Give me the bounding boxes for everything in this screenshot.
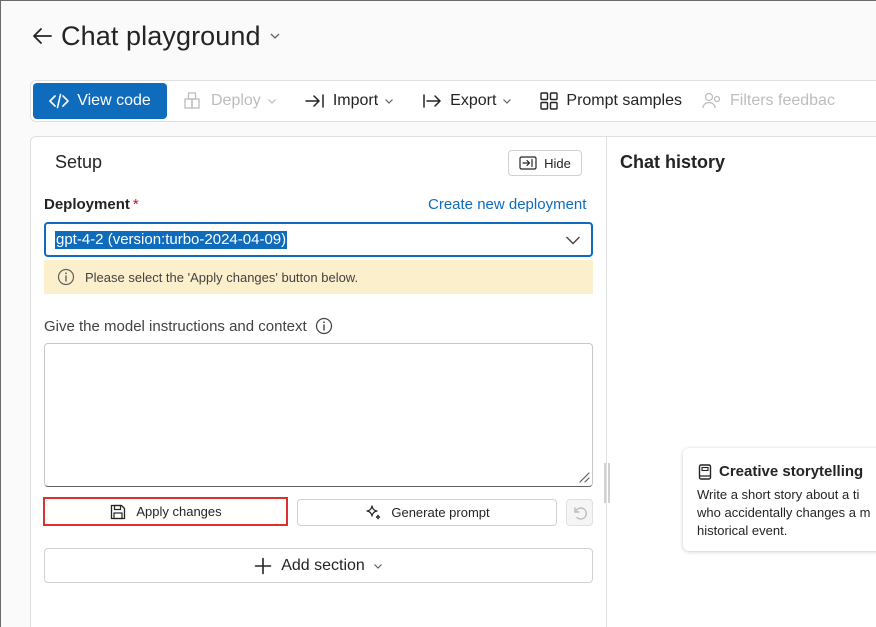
resize-grip-icon[interactable]: [577, 470, 591, 484]
deploy-button[interactable]: Deploy: [173, 83, 295, 119]
generate-prompt-button[interactable]: Generate prompt: [297, 499, 557, 526]
deploy-icon: [184, 92, 200, 109]
sparkle-icon: [366, 504, 381, 519]
chevron-down-icon: [385, 99, 394, 104]
import-label: Import: [332, 92, 379, 109]
export-icon: [423, 94, 441, 108]
chevron-down-icon: [503, 99, 512, 104]
apply-changes-button[interactable]: Apply changes: [43, 497, 288, 526]
back-arrow-icon[interactable]: [31, 25, 53, 47]
deployment-select-value: gpt-4-2 (version:turbo-2024-04-09): [55, 231, 288, 249]
info-icon[interactable]: [315, 317, 333, 335]
chevron-down-icon[interactable]: [269, 30, 281, 42]
import-button[interactable]: Import: [295, 83, 412, 119]
card-header: Creative storytelling: [698, 463, 863, 480]
card-description: Write a short story about a ti who accid…: [697, 487, 871, 538]
resize-handle[interactable]: [604, 463, 610, 503]
generate-prompt-label: Generate prompt: [391, 505, 490, 520]
toolbar: View code Deploy Import Export Prompt sa…: [30, 80, 876, 122]
save-icon: [111, 504, 126, 519]
view-code-label: View code: [77, 92, 151, 109]
book-icon: [698, 463, 712, 480]
add-section-label: Add section: [281, 556, 365, 574]
hide-label: Hide: [544, 155, 571, 171]
filters-feedback-button[interactable]: Filters feedbac: [692, 83, 845, 119]
plus-icon: [254, 557, 272, 574]
card-title: Creative storytelling: [719, 463, 864, 480]
page-title: Chat playground: [61, 20, 261, 51]
instructions-label-text: Give the model instructions and context: [44, 317, 307, 335]
hide-button[interactable]: Hide: [508, 150, 582, 176]
grid-icon: [540, 92, 559, 110]
create-deployment-link[interactable]: Create new deployment: [428, 196, 586, 213]
view-code-button[interactable]: View code: [33, 83, 167, 119]
prompt-samples-label: Prompt samples: [566, 92, 682, 109]
chevron-down-icon: [373, 563, 382, 569]
deploy-label: Deploy: [211, 92, 261, 109]
panel-divider: [606, 136, 607, 627]
undo-icon: [573, 506, 587, 520]
code-icon: [49, 93, 70, 109]
chat-history-title: Chat history: [620, 152, 726, 172]
export-button[interactable]: Export: [412, 83, 530, 119]
page-header: Chat playground: [31, 19, 281, 53]
deployment-label: Deployment *: [44, 196, 139, 213]
people-icon: [702, 92, 721, 109]
import-icon: [305, 94, 324, 108]
setup-title: Setup: [55, 152, 103, 172]
instructions-textarea[interactable]: [44, 343, 593, 487]
filters-feedback-label: Filters feedbac: [730, 92, 835, 109]
apply-changes-label: Apply changes: [136, 504, 222, 519]
warning-text: Please select the 'Apply changes' button…: [85, 269, 359, 285]
chevron-down-icon: [267, 99, 276, 104]
deployment-select[interactable]: gpt-4-2 (version:turbo-2024-04-09): [44, 222, 593, 257]
export-label: Export: [450, 92, 497, 109]
add-section-button[interactable]: Add section: [44, 548, 593, 583]
info-icon: [57, 268, 75, 286]
instructions-label: Give the model instructions and context: [44, 317, 333, 335]
collapse-panel-icon: [519, 156, 537, 170]
prompt-samples-button[interactable]: Prompt samples: [530, 83, 692, 119]
chevron-down-icon: [566, 236, 580, 245]
deployment-label-text: Deployment: [44, 196, 130, 213]
required-marker: *: [132, 196, 139, 213]
prompt-sample-card[interactable]: Creative storytelling Write a short stor…: [683, 448, 876, 551]
warning-banner: Please select the 'Apply changes' button…: [44, 260, 593, 294]
reset-button[interactable]: [566, 499, 593, 526]
